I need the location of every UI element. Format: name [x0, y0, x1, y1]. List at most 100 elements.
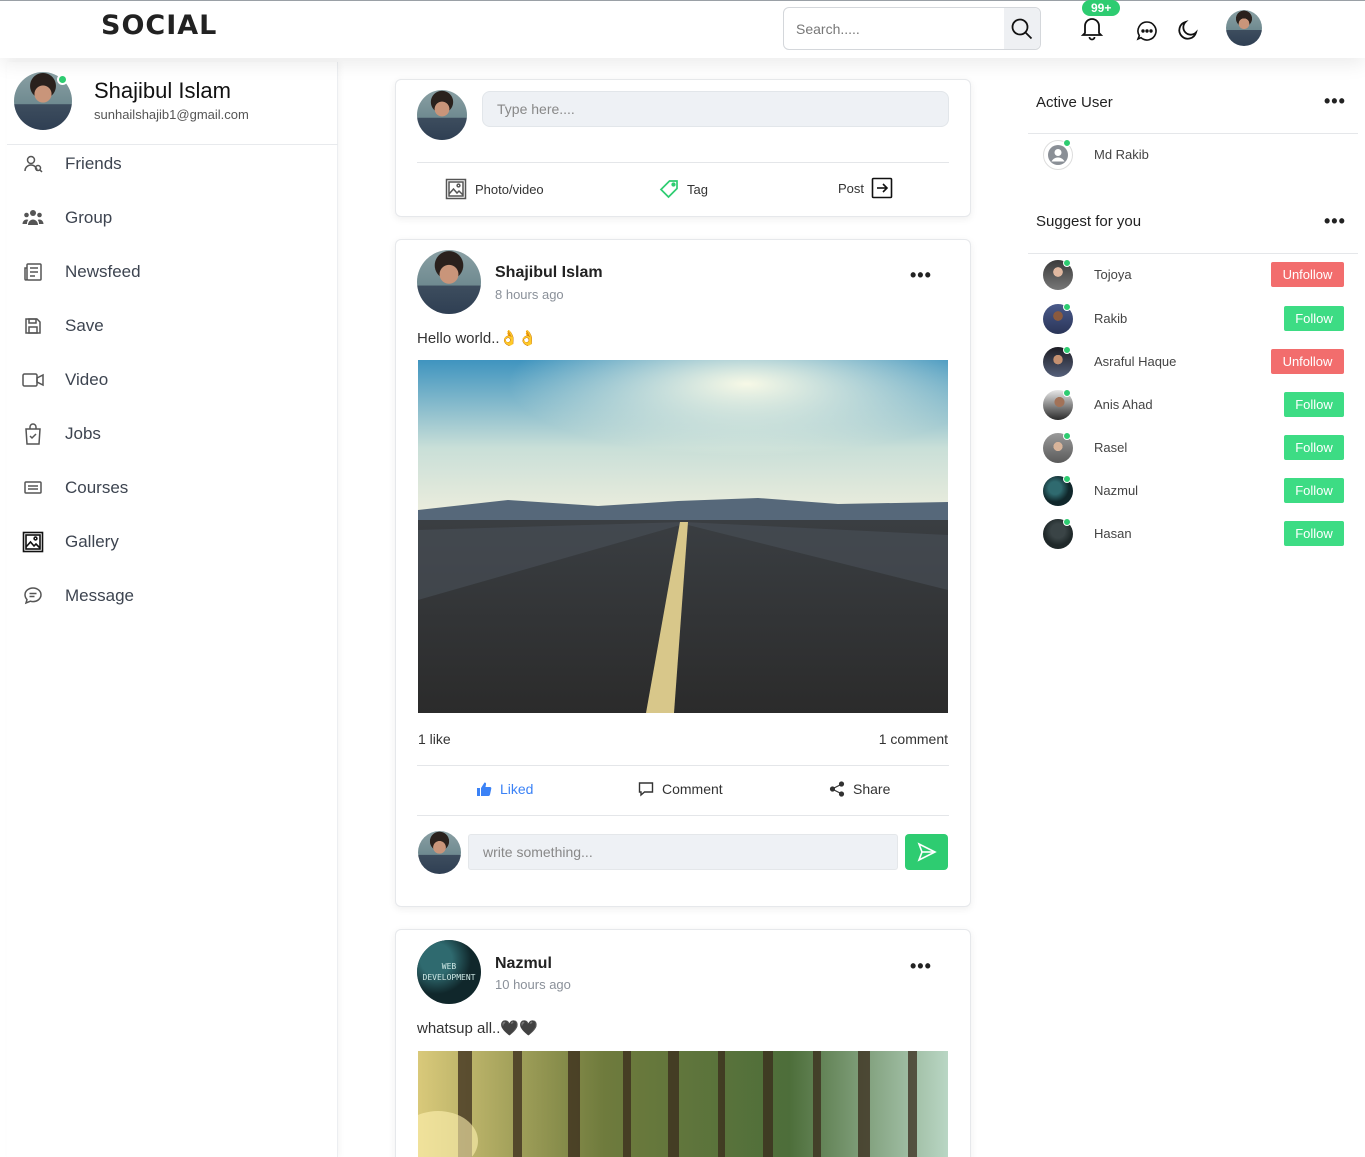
sidebar-item-label: Courses	[65, 478, 129, 497]
submit-arrow-icon	[871, 177, 893, 199]
post-more-options[interactable]: •••	[910, 266, 932, 284]
moon-icon	[1178, 20, 1198, 40]
post-divider	[417, 765, 949, 766]
search-button[interactable]	[1004, 8, 1040, 49]
suggestion-name: Rasel	[1094, 440, 1128, 455]
sidebar-item-label: Newsfeed	[65, 262, 141, 281]
sidebar-item-label: Jobs	[65, 424, 101, 443]
gallery-icon	[22, 531, 44, 553]
sidebar-item-gallery[interactable]: Gallery	[7, 522, 338, 562]
post-image-road[interactable]	[418, 360, 948, 713]
follow-button[interactable]: Follow	[1284, 435, 1344, 460]
search-box	[783, 7, 1041, 50]
online-indicator	[57, 74, 68, 85]
post-timestamp: 8 hours ago	[495, 287, 564, 302]
suggest-more[interactable]: •••	[1324, 212, 1346, 230]
top-navbar: SOCIAL 99+	[0, 0, 1365, 58]
courses-icon	[22, 477, 44, 499]
online-indicator	[1063, 139, 1071, 147]
sidebar-item-video[interactable]: Video	[7, 360, 338, 400]
header-avatar[interactable]	[1226, 10, 1262, 46]
post-button[interactable]: Post	[838, 177, 901, 199]
suggestion-row: Rasel Follow	[1043, 431, 1358, 465]
search-input[interactable]	[796, 17, 996, 41]
photo-video-button[interactable]: Photo/video	[445, 178, 544, 200]
post-divider	[417, 815, 949, 816]
unfollow-button[interactable]: Unfollow	[1271, 262, 1344, 287]
active-user-title: Active User	[1036, 94, 1113, 111]
follow-button[interactable]: Follow	[1284, 478, 1344, 503]
composer-field	[482, 91, 949, 127]
jobs-icon	[22, 423, 44, 445]
post-image-forest[interactable]	[418, 1051, 948, 1157]
follow-button[interactable]: Follow	[1284, 306, 1344, 331]
comment-label: Comment	[662, 781, 723, 797]
post-text: Hello world..👌👌	[417, 330, 537, 347]
composer-avatar[interactable]	[417, 90, 467, 140]
composer-input[interactable]	[483, 92, 948, 126]
comment-button[interactable]: Comment	[638, 781, 723, 797]
sidebar-item-save[interactable]: Save	[7, 306, 338, 346]
send-comment-button[interactable]	[905, 834, 948, 870]
follow-button[interactable]: Follow	[1284, 392, 1344, 417]
profile-header[interactable]: Shajibul Islam sunhailshajib1@gmail.com	[7, 62, 338, 145]
tag-icon	[659, 180, 678, 199]
sidebar-item-label: Video	[65, 370, 109, 389]
post-label: Post	[838, 180, 865, 196]
active-user-row[interactable]: Md Rakib	[1043, 138, 1358, 172]
friends-icon	[22, 153, 44, 175]
suggestion-row: Tojoya Unfollow	[1043, 258, 1358, 292]
online-indicator	[1063, 389, 1071, 397]
sidebar-item-courses[interactable]: Courses	[7, 468, 338, 508]
online-indicator	[1063, 303, 1071, 311]
share-button[interactable]: Share	[829, 781, 890, 797]
image-icon	[445, 178, 467, 200]
notification-badge: 99+	[1082, 0, 1121, 16]
send-icon	[917, 842, 937, 862]
comment-input[interactable]	[469, 835, 897, 869]
post-author-name[interactable]: Shajibul Islam	[495, 264, 603, 282]
suggest-title: Suggest for you	[1036, 213, 1142, 230]
sidebar-item-jobs[interactable]: Jobs	[7, 414, 338, 454]
suggestion-row: Rakib Follow	[1043, 302, 1358, 336]
post-more-options[interactable]: •••	[910, 957, 932, 975]
sidebar-item-label: Message	[65, 586, 134, 605]
sidebar-item-friends[interactable]: Friends	[7, 144, 338, 184]
messages-button[interactable]	[1134, 17, 1160, 45]
like-count[interactable]: 1 like	[418, 731, 451, 747]
sidebar-item-label: Friends	[65, 154, 122, 173]
suggestion-name: Anis Ahad	[1094, 397, 1153, 412]
active-user-name: Md Rakib	[1094, 147, 1149, 162]
active-user-more[interactable]: •••	[1324, 92, 1346, 110]
comment-icon	[638, 782, 654, 797]
save-icon	[22, 315, 44, 337]
app-logo[interactable]: SOCIAL	[101, 10, 217, 41]
video-icon	[22, 369, 44, 391]
section-divider	[1028, 253, 1358, 254]
message-icon	[22, 585, 44, 607]
dark-mode-toggle[interactable]	[1175, 16, 1201, 44]
commenter-avatar[interactable]	[418, 831, 461, 874]
sidebar-item-newsfeed[interactable]: Newsfeed	[7, 252, 338, 292]
follow-button[interactable]: Follow	[1284, 521, 1344, 546]
section-divider	[1028, 133, 1358, 134]
post-author-avatar[interactable]	[417, 250, 481, 314]
profile-name: Shajibul Islam	[94, 78, 231, 103]
tag-button[interactable]: Tag	[659, 179, 708, 199]
notifications-button[interactable]	[1079, 14, 1105, 42]
post-author-avatar[interactable]: WEB DEVELOPMENT	[417, 940, 481, 1004]
share-icon	[829, 781, 845, 797]
sidebar-item-label: Group	[65, 208, 113, 227]
profile-email: sunhailshajib1@gmail.com	[94, 107, 249, 122]
unfollow-button[interactable]: Unfollow	[1271, 349, 1344, 374]
left-sidebar: Shajibul Islam sunhailshajib1@gmail.com …	[7, 62, 338, 1157]
post-text: whatsup all..🖤🖤	[417, 1020, 538, 1037]
comment-count[interactable]: 1 comment	[879, 731, 948, 747]
bell-icon	[1080, 18, 1104, 41]
suggestion-name: Hasan	[1094, 526, 1132, 541]
sidebar-item-group[interactable]: Group	[7, 198, 338, 238]
tag-label: Tag	[687, 181, 708, 197]
sidebar-item-message[interactable]: Message	[7, 576, 338, 616]
post-author-name[interactable]: Nazmul	[495, 955, 552, 973]
like-button[interactable]: Liked	[476, 781, 533, 797]
